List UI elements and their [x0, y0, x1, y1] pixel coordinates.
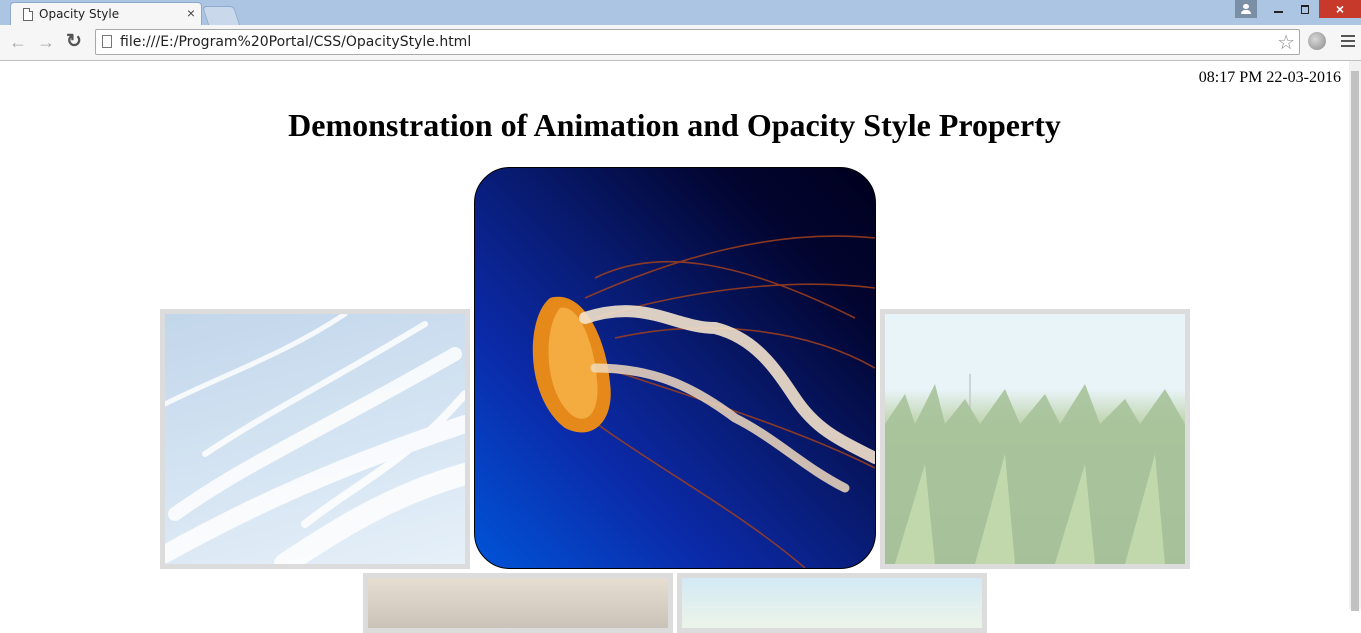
menu-icon[interactable]	[1341, 35, 1355, 50]
page-icon	[102, 35, 112, 48]
bookmark-star-icon[interactable]: ☆	[1277, 30, 1295, 55]
new-tab-button[interactable]	[201, 6, 241, 25]
reload-icon[interactable]: ↻	[66, 30, 82, 53]
minimize-button[interactable]	[1266, 0, 1292, 18]
jellyfish-image[interactable]	[474, 167, 876, 569]
datetime-display: 08:17 PM 22-03-2016	[1198, 69, 1341, 86]
sky-image[interactable]	[160, 309, 470, 569]
landscape-image[interactable]	[677, 573, 987, 633]
browser-titlebar: Opacity Style × ×	[0, 0, 1361, 25]
close-window-button[interactable]: ×	[1319, 0, 1361, 18]
animal-image[interactable]	[363, 573, 673, 633]
close-tab-icon[interactable]: ×	[187, 5, 195, 21]
cornfield-image[interactable]	[880, 309, 1190, 569]
url-text[interactable]: file:///E:/Program%20Portal/CSS/OpacityS…	[120, 34, 471, 50]
tab-title: Opacity Style	[39, 7, 120, 21]
forward-icon[interactable]: →	[37, 32, 55, 53]
cornfield-graphic	[885, 374, 1185, 564]
address-bar[interactable]: file:///E:/Program%20Portal/CSS/OpacityS…	[95, 29, 1300, 55]
page-icon	[23, 8, 33, 21]
jellyfish-graphic	[532, 235, 875, 568]
sky-clouds-graphic	[165, 314, 465, 564]
browser-toolbar: ← → ↻ file:///E:/Program%20Portal/CSS/Op…	[0, 25, 1361, 61]
restore-button[interactable]	[1292, 0, 1318, 18]
extension-icon[interactable]	[1308, 32, 1326, 50]
user-icon[interactable]	[1235, 0, 1257, 18]
back-icon[interactable]: ←	[9, 32, 27, 53]
page-heading: Demonstration of Animation and Opacity S…	[288, 107, 1061, 143]
vertical-scrollbar[interactable]	[1349, 61, 1361, 611]
browser-tab[interactable]: Opacity Style ×	[10, 2, 202, 25]
scrollbar-thumb[interactable]	[1351, 71, 1359, 611]
